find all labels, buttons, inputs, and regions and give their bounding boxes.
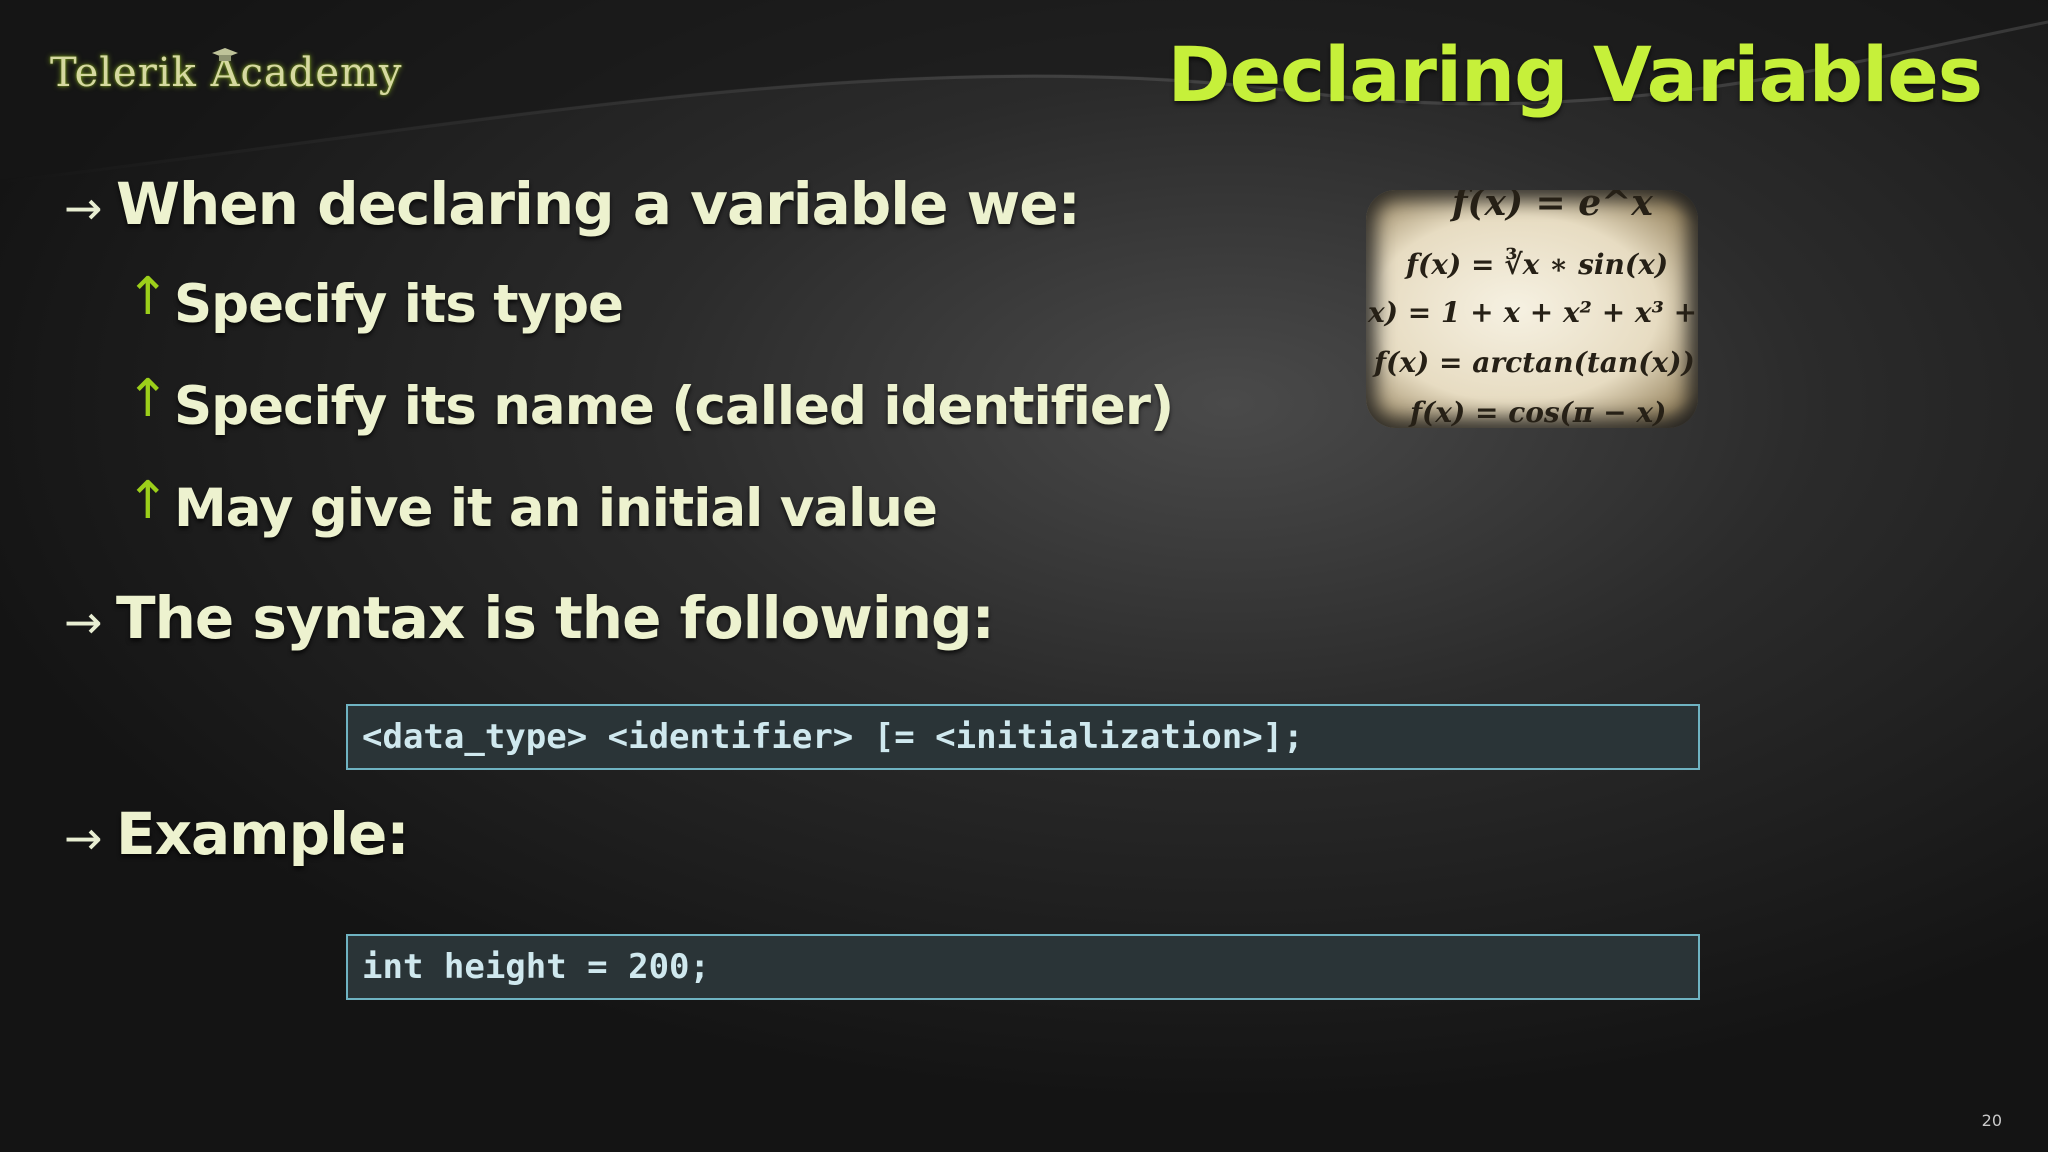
formula: f(x) = arctan(tan(x)) (1374, 346, 1695, 379)
sub-bullet-name: ↑ Specify its name (called identifier) (126, 369, 1174, 437)
formula: f(x) = ∛x ∗ sin(x) (1406, 248, 1669, 281)
bullet-declaring: → When declaring a variable we: (64, 170, 1081, 238)
bullet-text: The syntax is the following: (116, 584, 995, 652)
arrow-up-icon: ↑ (126, 369, 170, 429)
arrow-right-icon: → (64, 181, 103, 235)
bullet-text: Specify its type (174, 274, 624, 335)
bullet-text: Specify its name (called identifier) (174, 376, 1174, 437)
arrow-up-icon: ↑ (126, 471, 170, 531)
slide-title: Declaring Variables (1167, 30, 1983, 119)
bullet-example: → Example: (64, 800, 410, 868)
formula: f(x) = cos(π − x) (1410, 396, 1667, 428)
sub-bullet-initial-value: ↑ May give it an initial value (126, 471, 938, 539)
arrow-right-icon: → (64, 811, 103, 865)
bullet-text: Example: (116, 800, 410, 868)
code-example-box: int height = 200; (346, 934, 1700, 1000)
math-formulas-image: f(x) = e^x f(x) = ∛x ∗ sin(x) x) = 1 + x… (1366, 190, 1698, 428)
graduation-cap-icon (212, 48, 238, 61)
page-number: 20 (1981, 1111, 2002, 1130)
bullet-syntax: → The syntax is the following: (64, 584, 995, 652)
formula: x) = 1 + x + x² + x³ + x (1368, 296, 1698, 329)
arrow-up-icon: ↑ (126, 267, 170, 327)
code-syntax-box: <data_type> <identifier> [= <initializat… (346, 704, 1700, 770)
bullet-text: May give it an initial value (174, 478, 938, 539)
bullet-text: When declaring a variable we: (116, 170, 1081, 238)
formula: f(x) = e^x (1452, 190, 1653, 224)
sub-bullet-type: ↑ Specify its type (126, 267, 624, 335)
slide: Telerik Academy Declaring Variables f(x)… (0, 0, 2048, 1152)
arrow-right-icon: → (64, 595, 103, 649)
